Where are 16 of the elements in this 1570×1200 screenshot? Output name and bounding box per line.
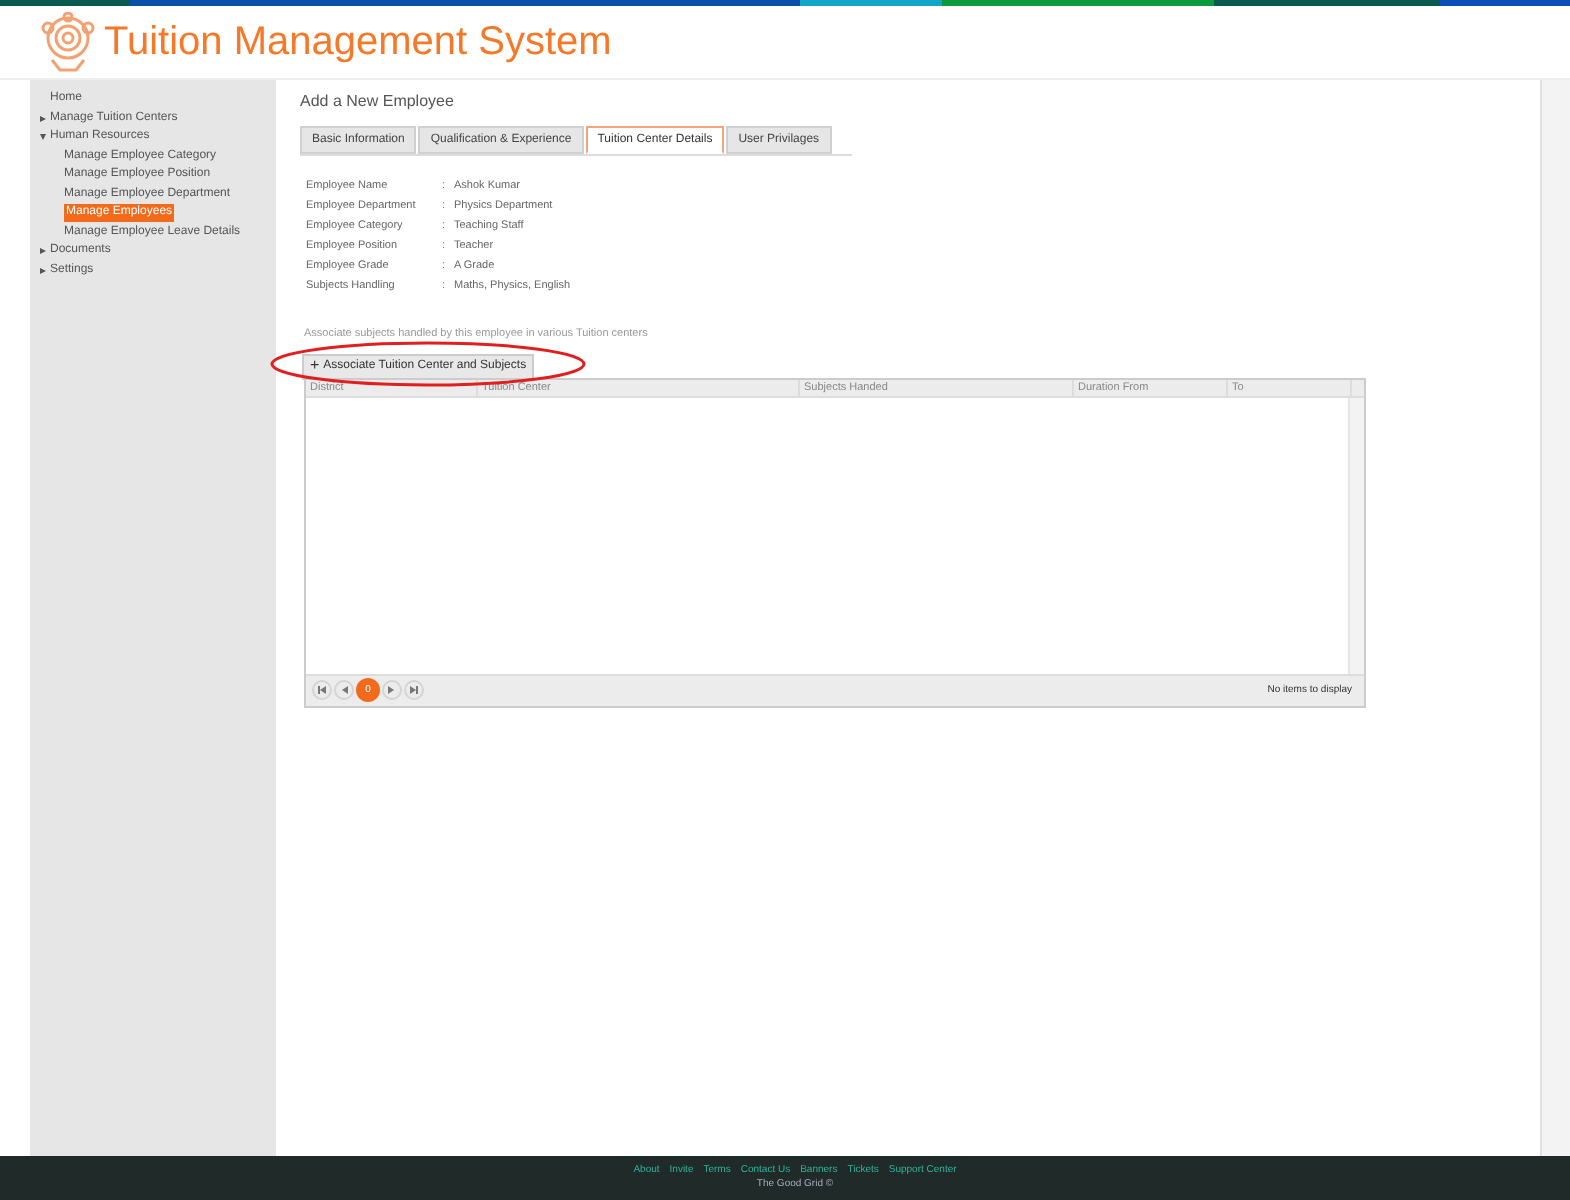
collapse-arrow-icon[interactable] xyxy=(40,134,46,141)
previous-page-icon xyxy=(340,686,348,695)
first-page-icon xyxy=(318,686,326,695)
next-page-icon xyxy=(388,686,396,695)
expand-arrow-icon[interactable] xyxy=(40,267,46,274)
last-page-button[interactable] xyxy=(404,680,424,701)
next-page-button[interactable] xyxy=(382,680,402,701)
expand-arrow-icon[interactable] xyxy=(40,115,46,122)
expand-arrow-icon[interactable] xyxy=(40,248,46,255)
app-title: Tuition Management System xyxy=(104,18,612,68)
last-page-icon xyxy=(410,686,418,695)
page-title: Add a New Employee xyxy=(300,90,456,114)
previous-page-button[interactable] xyxy=(334,680,354,701)
logo-icon xyxy=(40,12,96,72)
plus-icon: + xyxy=(310,358,320,375)
first-page-button[interactable] xyxy=(312,680,332,701)
